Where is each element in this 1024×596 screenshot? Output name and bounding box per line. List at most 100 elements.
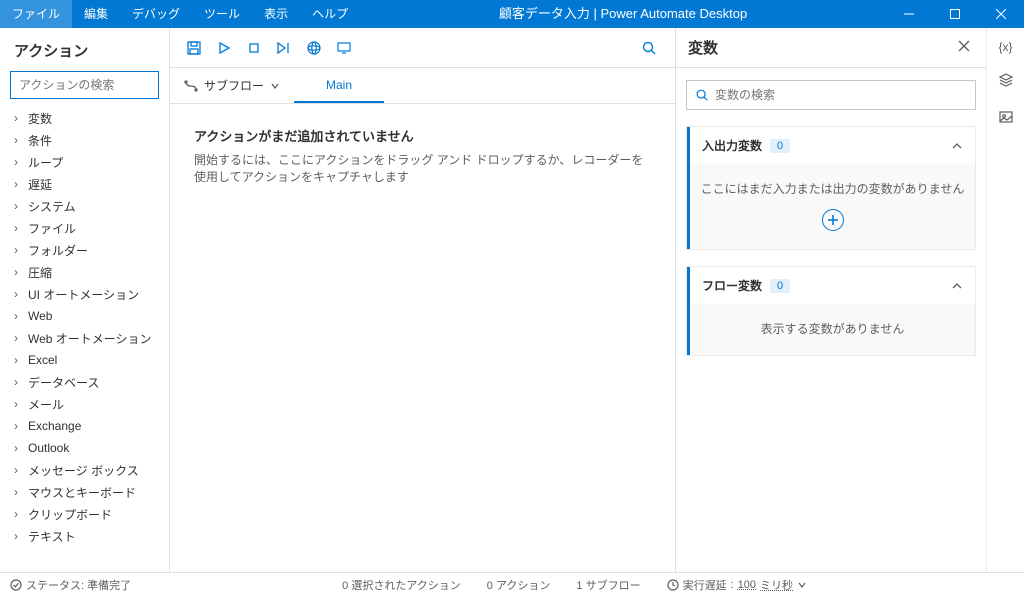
action-category[interactable]: ›Exchange: [0, 415, 167, 437]
web-recorder-button[interactable]: [300, 34, 328, 62]
menu-debug[interactable]: デバッグ: [120, 0, 192, 28]
chevron-right-icon: ›: [14, 287, 18, 301]
maximize-button[interactable]: [932, 0, 978, 28]
variables-search[interactable]: [686, 80, 976, 110]
flow-canvas[interactable]: アクションがまだ追加されていません 開始するには、ここにアクションをドラッグ ア…: [170, 104, 675, 572]
designer: サブフロー Main アクションがまだ追加されていません 開始するには、ここにア…: [170, 28, 676, 572]
search-flow-button[interactable]: [635, 34, 663, 62]
rail-variables-icon[interactable]: {x}: [998, 40, 1012, 54]
action-category[interactable]: ›Web オートメーション: [0, 327, 167, 349]
action-category[interactable]: ›メッセージ ボックス: [0, 459, 167, 481]
io-variables-header[interactable]: 入出力変数 0: [687, 127, 975, 164]
io-variables-title: 入出力変数: [702, 137, 762, 154]
right-rail: {x}: [986, 28, 1024, 572]
action-category[interactable]: › UI オートメーション: [0, 283, 167, 305]
canvas-empty-title: アクションがまだ追加されていません: [194, 126, 651, 145]
action-category[interactable]: › Excel: [0, 349, 167, 371]
close-button[interactable]: [978, 0, 1024, 28]
save-button[interactable]: [180, 34, 208, 62]
status-selected-actions: 0 選択されたアクション: [342, 577, 461, 593]
chevron-right-icon: ›: [14, 243, 18, 257]
actions-header: アクション: [0, 28, 169, 71]
status-delay-unit[interactable]: ミリ秒: [760, 577, 793, 593]
action-category-label: UI オートメーション: [28, 286, 139, 303]
actions-search[interactable]: [10, 71, 159, 99]
chevron-right-icon: ›: [14, 309, 18, 323]
action-category-label: マウスとキーボード: [28, 484, 136, 501]
menu-edit[interactable]: 編集: [72, 0, 120, 28]
minimize-button[interactable]: [886, 0, 932, 28]
actions-search-input[interactable]: [19, 78, 150, 92]
status-delay-value[interactable]: 100: [738, 579, 756, 591]
status-ready: ステータス: 準備完了: [26, 577, 131, 593]
menu-bar: ファイル 編集 デバッグ ツール 表示 ヘルプ: [0, 0, 360, 28]
action-category-label: 条件: [28, 132, 52, 149]
rail-layers-icon[interactable]: [998, 72, 1014, 91]
tab-main[interactable]: Main: [294, 68, 384, 103]
flow-variables-count: 0: [770, 279, 790, 293]
chevron-right-icon: ›: [14, 199, 18, 213]
action-category[interactable]: ›フォルダー: [0, 239, 167, 261]
subflow-bar: サブフロー Main: [170, 68, 675, 104]
action-category[interactable]: ›Web: [0, 305, 167, 327]
desktop-recorder-button[interactable]: [330, 34, 358, 62]
chevron-up-icon: [951, 140, 963, 152]
action-category-label: クリップボード: [28, 506, 112, 523]
action-category[interactable]: ›変数: [0, 107, 167, 129]
chevron-right-icon: ›: [14, 397, 18, 411]
flow-variables-header[interactable]: フロー変数 0: [687, 267, 975, 304]
run-button[interactable]: [210, 34, 238, 62]
chevron-right-icon: ›: [14, 177, 18, 191]
status-delay-label: 実行遅延: [683, 577, 727, 593]
action-category[interactable]: › テキスト: [0, 525, 167, 547]
actions-tree: ›変数›条件›ループ›遅延›システム›ファイル›フォルダー›圧縮›UI オートメ…: [0, 107, 169, 572]
action-category-label: テキスト: [28, 528, 76, 545]
menu-file[interactable]: ファイル: [0, 0, 72, 28]
rail-images-icon[interactable]: [998, 109, 1014, 128]
action-category[interactable]: ›ファイル: [0, 217, 167, 239]
chevron-right-icon: ›: [14, 529, 18, 543]
plus-icon: [827, 214, 839, 226]
chevron-up-icon: [951, 280, 963, 292]
step-button[interactable]: [270, 34, 298, 62]
io-variables-card: 入出力変数 0 ここにはまだ入力または出力の変数がありません: [686, 126, 976, 250]
menu-help[interactable]: ヘルプ: [300, 0, 360, 28]
action-category-label: メール: [28, 396, 64, 413]
action-category[interactable]: ›条件: [0, 129, 167, 151]
action-category[interactable]: ›ループ: [0, 151, 167, 173]
titlebar: ファイル 編集 デバッグ ツール 表示 ヘルプ 顧客データ入力 | Power …: [0, 0, 1024, 28]
chevron-right-icon: ›: [14, 485, 18, 499]
action-category[interactable]: › Outlook: [0, 437, 167, 459]
subflow-dropdown[interactable]: サブフロー: [170, 68, 294, 103]
variables-close-button[interactable]: [954, 36, 974, 59]
action-category-label: Outlook: [28, 441, 69, 455]
chevron-right-icon: ›: [14, 353, 18, 367]
actions-panel: アクション ›変数›条件›ループ›遅延›システム›ファイル›フォルダー›圧縮›U…: [0, 28, 170, 572]
action-category[interactable]: › データベース: [0, 371, 167, 393]
check-circle-icon: [10, 579, 22, 591]
action-category[interactable]: ›遅延: [0, 173, 167, 195]
action-category[interactable]: › メール: [0, 393, 167, 415]
action-category-label: Exchange: [28, 419, 81, 433]
action-category[interactable]: ›システム: [0, 195, 167, 217]
chevron-right-icon: ›: [14, 155, 18, 169]
action-category-label: データベース: [28, 374, 99, 391]
chevron-right-icon: ›: [14, 507, 18, 521]
canvas-empty-hint: 開始するには、ここにアクションをドラッグ アンド ドロップするか、レコーダーを使…: [194, 151, 651, 185]
window-controls: [886, 0, 1024, 28]
add-io-variable-button[interactable]: [822, 209, 844, 231]
action-category[interactable]: › マウスとキーボード: [0, 481, 167, 503]
variables-panel: 変数 入出力変数 0 ここにはまだ入力または出力の変数がありません: [676, 28, 986, 572]
action-category[interactable]: › クリップボード: [0, 503, 167, 525]
chevron-right-icon: ›: [14, 441, 18, 455]
stop-button[interactable]: [240, 34, 268, 62]
chevron-right-icon: ›: [14, 221, 18, 235]
chevron-right-icon: ›: [14, 375, 18, 389]
menu-tools[interactable]: ツール: [192, 0, 252, 28]
action-category[interactable]: ›圧縮: [0, 261, 167, 283]
action-category-label: 変数: [28, 110, 52, 127]
clock-icon: [667, 579, 679, 591]
menu-view[interactable]: 表示: [252, 0, 300, 28]
variables-search-input[interactable]: [715, 88, 967, 102]
action-category-label: Excel: [28, 353, 57, 367]
